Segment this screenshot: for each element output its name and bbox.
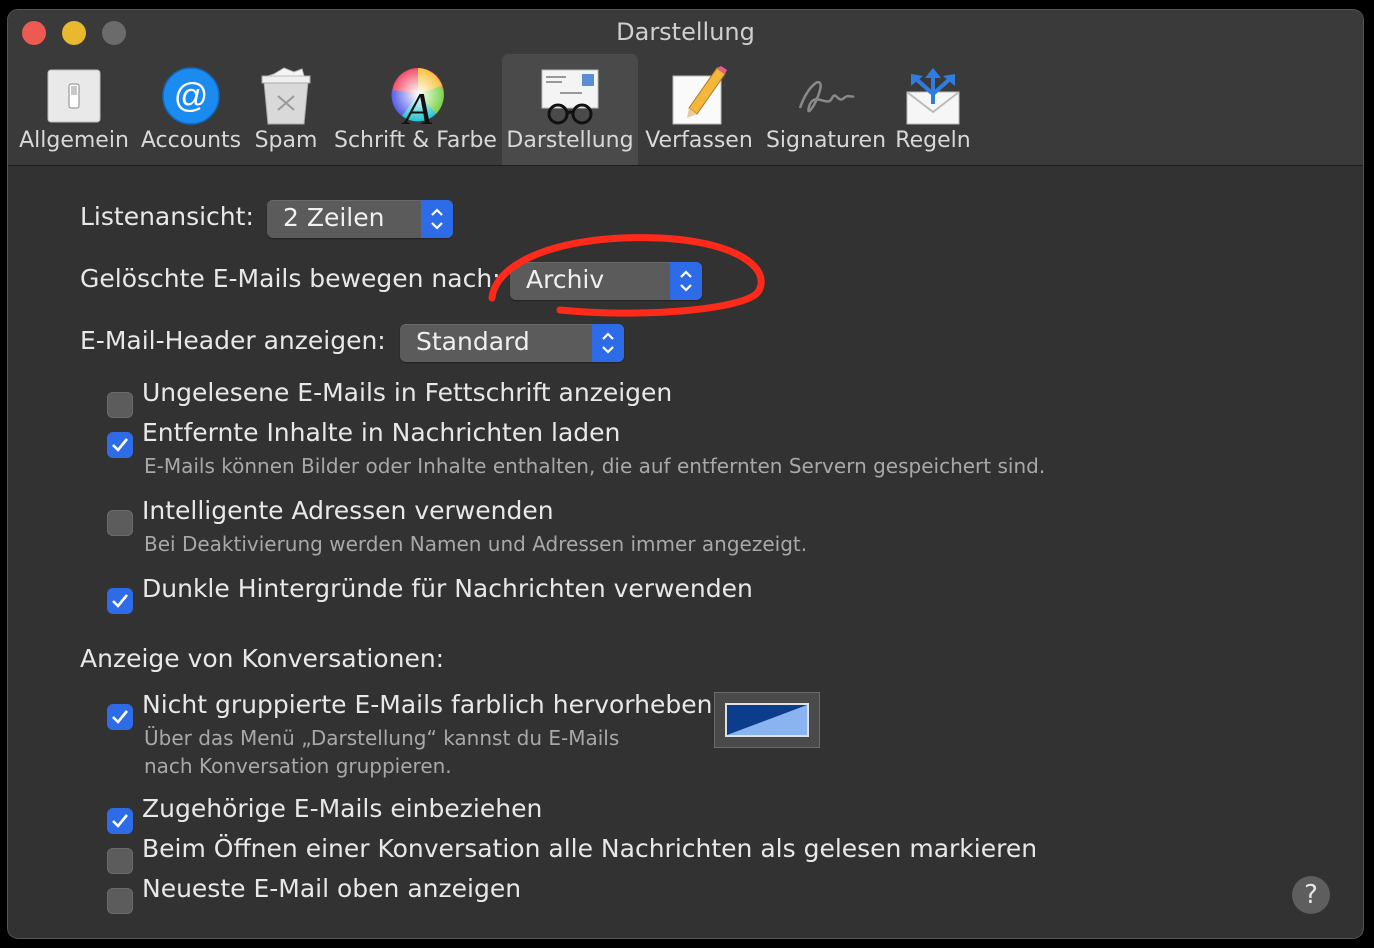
glasses-envelope-icon	[538, 64, 602, 128]
mark-read-checkbox[interactable]	[107, 848, 133, 874]
signature-icon	[794, 64, 858, 128]
pencil-note-icon	[667, 64, 731, 128]
tab-allgemein[interactable]: Allgemein	[18, 54, 130, 165]
smart-addresses-label: Intelligente Adressen verwenden	[142, 496, 554, 525]
popup-value: 2 Zeilen	[283, 203, 385, 232]
header-popup[interactable]: Standard	[400, 324, 624, 362]
tab-darstellung[interactable]: Darstellung	[502, 54, 638, 165]
tab-spam[interactable]: Spam	[250, 54, 322, 165]
font-color-icon: A	[382, 64, 446, 134]
load-remote-label: Entfernte Inhalte in Nachrichten laden	[142, 418, 621, 447]
conversations-heading: Anzeige von Konversationen:	[80, 644, 445, 673]
tab-schrift-farbe[interactable]: A Schrift & Farbe	[334, 54, 497, 165]
checkmark-icon	[112, 438, 129, 452]
move-deleted-label: Gelöschte E-Mails bewegen nach:	[80, 264, 501, 293]
checkmark-icon	[112, 814, 129, 828]
chevron-updown-icon	[670, 262, 702, 300]
smart-addresses-hint: Bei Deaktivierung werden Namen und Adres…	[144, 532, 808, 556]
switch-icon	[42, 64, 106, 128]
highlight-color-well[interactable]	[714, 692, 820, 748]
highlight-label: Nicht gruppierte E-Mails farblich hervor…	[142, 690, 713, 719]
rules-envelope-icon	[901, 64, 965, 128]
chevron-updown-icon	[592, 324, 624, 362]
tab-label: Verfassen	[645, 128, 753, 153]
tab-accounts[interactable]: @ Accounts	[136, 54, 246, 165]
tab-label: Schrift & Farbe	[334, 128, 497, 153]
preferences-toolbar: Allgemein @ Accounts Spam A Schrift & Fa…	[8, 54, 1363, 165]
load-remote-hint: E-Mails können Bilder oder Inhalte entha…	[144, 454, 1046, 478]
tab-verfassen[interactable]: Verfassen	[644, 54, 754, 165]
tab-label: Spam	[254, 128, 318, 153]
mark-read-label: Beim Öffnen einer Konversation alle Nach…	[142, 834, 1038, 863]
related-checkbox[interactable]	[107, 808, 133, 834]
tab-label: Regeln	[895, 128, 971, 153]
tab-label: Darstellung	[506, 128, 634, 153]
load-remote-checkbox[interactable]	[107, 432, 133, 458]
newest-top-checkbox[interactable]	[107, 888, 133, 914]
dark-backgrounds-label: Dunkle Hintergründe für Nachrichten verw…	[142, 574, 753, 603]
header-label: E-Mail-Header anzeigen:	[80, 326, 386, 355]
popup-value: Standard	[416, 327, 530, 356]
bold-unread-checkbox[interactable]	[107, 392, 133, 418]
svg-text:@: @	[174, 77, 209, 115]
tab-label: Signaturen	[765, 128, 887, 153]
move-deleted-popup[interactable]: Archiv	[510, 262, 702, 300]
newest-top-label: Neueste E-Mail oben anzeigen	[142, 874, 522, 903]
tab-signaturen[interactable]: Signaturen	[764, 54, 888, 165]
at-icon: @	[159, 64, 223, 128]
titlebar: Darstellung Allgemein @ Accounts Spam A …	[8, 10, 1363, 166]
highlight-hint-line2: nach Konversation gruppieren.	[144, 754, 452, 778]
checkmark-icon	[112, 710, 129, 724]
smart-addresses-checkbox[interactable]	[107, 510, 133, 536]
highlight-hint-line1: Über das Menü „Darstellung“ kannst du E-…	[144, 726, 620, 750]
related-label: Zugehörige E-Mails einbeziehen	[142, 794, 543, 823]
list-view-popup[interactable]: 2 Zeilen	[267, 200, 453, 238]
tab-regeln[interactable]: Regeln	[894, 54, 972, 165]
tab-label: Accounts	[140, 128, 242, 153]
trash-icon	[254, 64, 318, 128]
popup-value: Archiv	[526, 265, 605, 294]
checkmark-icon	[112, 594, 129, 608]
settings-pane: Listenansicht: 2 Zeilen Gelöschte E-Mail…	[8, 166, 1363, 938]
highlight-checkbox[interactable]	[107, 704, 133, 730]
tab-label: Allgemein	[19, 128, 129, 153]
chevron-updown-icon	[421, 200, 453, 238]
dark-backgrounds-checkbox[interactable]	[107, 588, 133, 614]
list-view-label: Listenansicht:	[80, 202, 254, 231]
help-button[interactable]: ?	[1292, 876, 1330, 914]
bold-unread-label: Ungelesene E-Mails in Fettschrift anzeig…	[142, 378, 673, 407]
color-swatch	[725, 703, 809, 737]
svg-text:A: A	[401, 83, 433, 128]
window-title: Darstellung	[616, 18, 755, 46]
preferences-window: Darstellung Allgemein @ Accounts Spam A …	[8, 10, 1363, 938]
